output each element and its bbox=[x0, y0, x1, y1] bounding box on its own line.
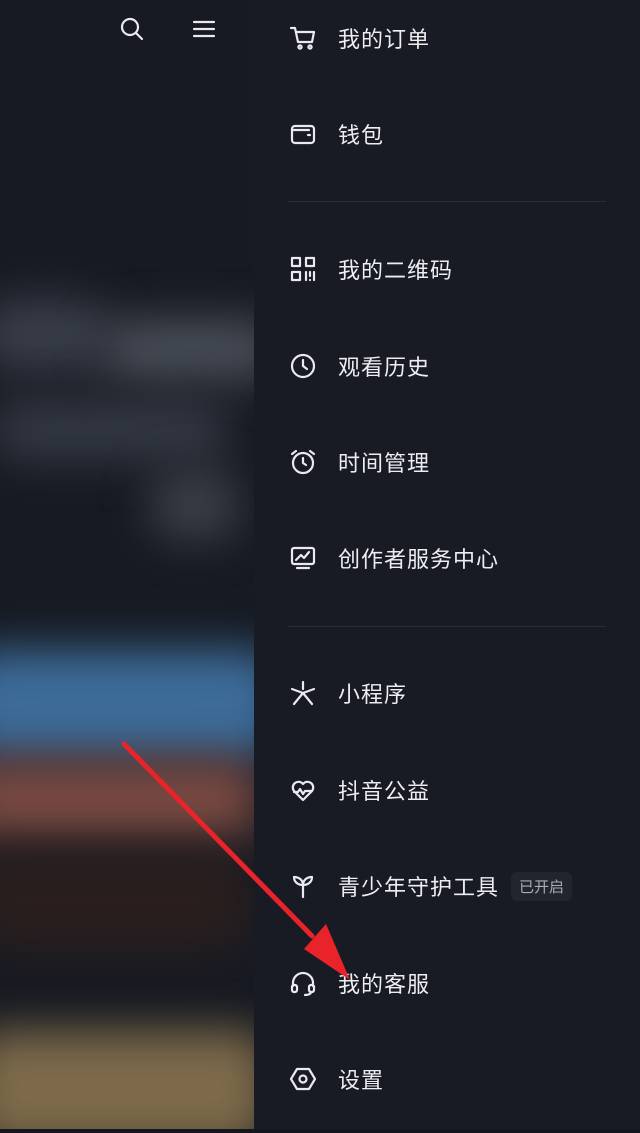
status-badge: 已开启 bbox=[511, 871, 573, 901]
mini-program-icon bbox=[288, 678, 318, 708]
menu-item-charity[interactable]: 抖音公益 bbox=[288, 762, 620, 818]
menu-icon[interactable] bbox=[190, 14, 218, 44]
sprout-icon bbox=[288, 871, 318, 901]
menu-item-creator-center[interactable]: 创作者服务中心 bbox=[288, 530, 620, 586]
menu-item-label: 我的订单 bbox=[338, 28, 431, 53]
menu-item-wallet[interactable]: 钱包 bbox=[288, 106, 620, 162]
menu-item-label: 钱包 bbox=[338, 124, 385, 149]
menu-item-label: 小程序 bbox=[338, 683, 408, 708]
search-icon[interactable] bbox=[118, 14, 146, 44]
menu-item-watch-history[interactable]: 观看历史 bbox=[288, 338, 620, 394]
divider bbox=[288, 626, 606, 627]
menu-item-label: 设置 bbox=[338, 1069, 385, 1094]
menu-item-orders[interactable]: 我的订单 bbox=[288, 10, 620, 66]
headset-icon bbox=[288, 968, 318, 998]
menu-item-teen-protection[interactable]: 青少年守护工具 已开启 bbox=[288, 858, 620, 914]
divider bbox=[288, 201, 606, 202]
chart-icon bbox=[288, 543, 318, 573]
menu-item-label: 抖音公益 bbox=[338, 780, 431, 805]
menu-item-qr-code[interactable]: 我的二维码 bbox=[288, 241, 620, 297]
cart-icon bbox=[288, 23, 318, 53]
qr-code-icon bbox=[288, 254, 318, 284]
clock-icon bbox=[288, 351, 318, 381]
menu-item-label: 我的二维码 bbox=[338, 259, 454, 284]
menu-item-label: 时间管理 bbox=[338, 452, 431, 477]
menu-item-label: 青少年守护工具 bbox=[338, 876, 500, 901]
menu-item-customer-service[interactable]: 我的客服 bbox=[288, 955, 620, 1011]
hexagon-settings-icon bbox=[288, 1064, 318, 1094]
menu-item-time-management[interactable]: 时间管理 bbox=[288, 434, 620, 490]
blurred-background bbox=[0, 0, 270, 1129]
heart-icon bbox=[288, 775, 318, 805]
menu-item-settings[interactable]: 设置 bbox=[288, 1051, 620, 1107]
wallet-icon bbox=[288, 119, 318, 149]
menu-item-label: 创作者服务中心 bbox=[338, 548, 500, 573]
side-drawer: 我的订单 钱包 我的二维码 观看历史 时间管理 创作者服务中心 小程序 抖音公益… bbox=[254, 0, 640, 1129]
menu-item-label: 观看历史 bbox=[338, 356, 431, 381]
menu-item-label: 我的客服 bbox=[338, 973, 431, 998]
alarm-clock-icon bbox=[288, 447, 318, 477]
menu-item-mini-programs[interactable]: 小程序 bbox=[288, 665, 620, 721]
